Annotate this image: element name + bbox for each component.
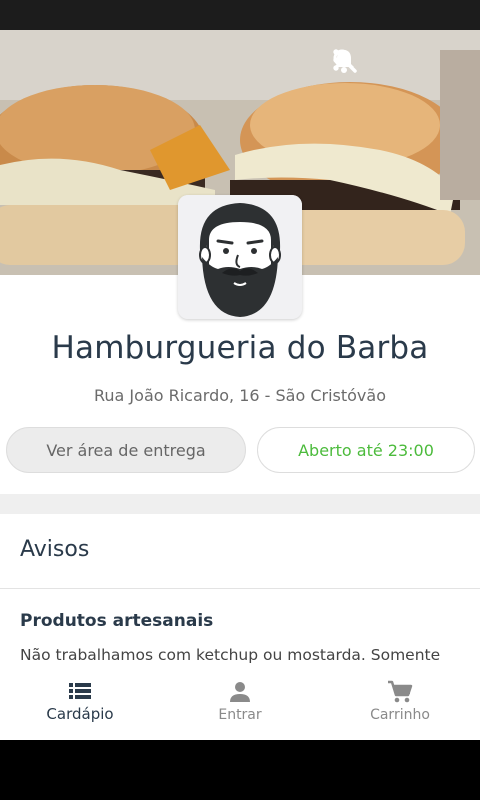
- nav-label-carrinho: Carrinho: [370, 707, 430, 723]
- divider: [0, 588, 480, 589]
- nav-label-entrar: Entrar: [218, 707, 262, 723]
- nav-item-carrinho[interactable]: Carrinho: [320, 670, 480, 740]
- bearded-man-logo: [178, 195, 302, 319]
- app-screen: Hamburgueria do Barba Rua João Ricardo, …: [0, 30, 480, 740]
- restaurant-address: Rua João Ricardo, 16 - São Cristóvão: [94, 386, 386, 405]
- notice-item-title: Produtos artesanais: [20, 611, 214, 631]
- cart-icon: [388, 680, 413, 703]
- notice-item-text: Não trabalhamos com ketchup ou mostarda.…: [20, 646, 441, 664]
- status-bar: [0, 0, 480, 30]
- delivery-area-button[interactable]: Ver área de entrega: [6, 427, 246, 473]
- nav-item-entrar[interactable]: Entrar: [160, 670, 320, 740]
- system-nav-bar: [0, 740, 480, 800]
- restaurant-name: Hamburgueria do Barba: [51, 330, 429, 366]
- bottom-navigation: Cardápio Entrar Carrinho: [0, 670, 480, 740]
- person-icon: [230, 682, 250, 702]
- nav-label-cardapio: Cardápio: [46, 705, 114, 723]
- more-vertical-icon[interactable]: [333, 48, 466, 78]
- restaurant-logo: [178, 195, 302, 319]
- open-status-badge: Aberto até 23:00: [257, 427, 475, 473]
- top-actions: [332, 48, 466, 78]
- section-divider: [0, 494, 480, 514]
- search-icon[interactable]: [333, 48, 414, 78]
- notices-title: Avisos: [20, 537, 90, 562]
- menu-list-icon: [69, 683, 91, 699]
- nav-item-cardapio[interactable]: Cardápio: [0, 670, 160, 740]
